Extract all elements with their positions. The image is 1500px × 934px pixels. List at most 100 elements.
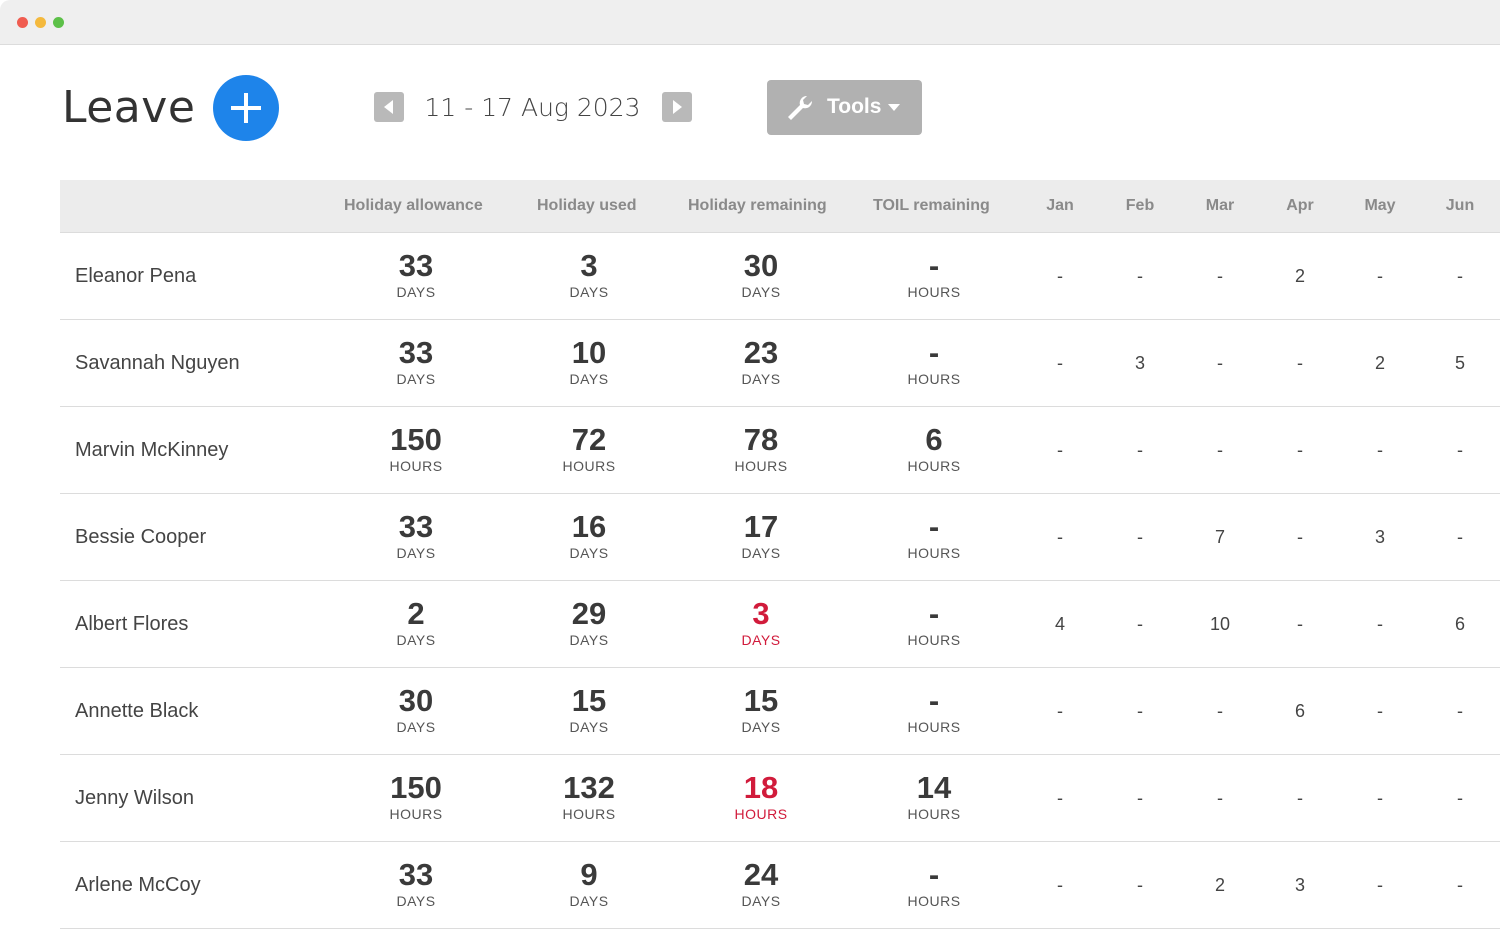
stat-unit: DAYS [569,371,609,387]
holiday-used-cell: 29 DAYS [509,597,669,649]
stat-value: 15 [571,683,607,718]
month-leave-cell: - [1457,701,1463,721]
month-leave-cell: - [1377,788,1383,808]
employee-name[interactable]: Annette Black [75,700,198,723]
stat-unit: DAYS [396,893,436,909]
toil-remaining-cell: - HOURS [854,249,1014,301]
stat-unit: HOURS [907,806,961,822]
wrench-icon [788,95,813,120]
stat-value: 14 [916,770,952,805]
employee-name[interactable]: Arlene McCoy [75,874,201,897]
holiday-used-cell: 10 DAYS [509,336,669,388]
stat-value: 33 [398,509,434,544]
toil-remaining-cell: 14 HOURS [854,771,1014,823]
month-leave-cell: - [1377,701,1383,721]
previous-week-button[interactable] [374,92,404,122]
month-leave-cell: - [1137,701,1143,721]
close-window-dot[interactable] [17,17,28,28]
column-header-holiday-remaining[interactable]: Holiday remaining [688,197,827,215]
stat-value: 10 [571,335,607,370]
holiday-used-cell: 9 DAYS [509,858,669,910]
table-row[interactable]: Albert Flores 2 DAYS 29 DAYS 3 DAYS - HOURS 4-10-… [60,581,1500,668]
month-leave-cell: - [1377,875,1383,895]
stat-unit: HOURS [907,719,961,735]
month-leave-cell: - [1457,440,1463,460]
column-header-month[interactable]: Feb [1110,197,1170,215]
column-header-month[interactable]: May [1350,197,1410,215]
employee-name[interactable]: Albert Flores [75,613,188,636]
column-header-month[interactable]: Mar [1190,197,1250,215]
stat-value: 33 [398,857,434,892]
holiday-allowance-cell: 150 HOURS [336,771,496,823]
next-week-button[interactable] [662,92,692,122]
stat-unit: DAYS [396,632,436,648]
stat-unit: DAYS [569,284,609,300]
employee-name[interactable]: Jenny Wilson [75,787,194,810]
tools-dropdown-button[interactable]: Tools [767,80,922,135]
toil-remaining-cell: - HOURS [854,597,1014,649]
table-row[interactable]: Jenny Wilson 150 HOURS 132 HOURS 18 HOURS 14 HOU… [60,755,1500,842]
stat-unit: DAYS [396,371,436,387]
month-leave-cell: - [1377,266,1383,286]
employee-name[interactable]: Marvin McKinney [75,439,228,462]
stat-value: - [928,596,940,631]
month-leave-cell: - [1057,353,1063,373]
table-body: Eleanor Pena 33 DAYS 3 DAYS 30 DAYS - HOURS - - -2-… [60,233,1500,929]
stat-value: 33 [398,248,434,283]
column-header-holiday-used[interactable]: Holiday used [537,197,637,215]
month-leave-cell: - [1217,788,1223,808]
caret-down-icon [888,104,900,111]
stat-unit: DAYS [741,719,781,735]
month-leave-cell: - [1297,353,1303,373]
toil-remaining-cell: 6 HOURS [854,423,1014,475]
holiday-used-cell: 15 DAYS [509,684,669,736]
stat-unit: DAYS [569,545,609,561]
month-leave-cell: 7 [1214,527,1225,547]
table-row[interactable]: Annette Black 30 DAYS 15 DAYS 15 DAYS - HOURS - - -… [60,668,1500,755]
holiday-remaining-cell: 3 DAYS [681,597,841,649]
holiday-allowance-cell: 33 DAYS [336,249,496,301]
column-header-month[interactable]: Jan [1030,197,1090,215]
column-header-holiday-allowance[interactable]: Holiday allowance [344,197,483,215]
month-leave-cell: 6 [1454,614,1465,634]
table-row[interactable]: Eleanor Pena 33 DAYS 3 DAYS 30 DAYS - HOURS - - -2-… [60,233,1500,320]
stat-unit: HOURS [907,632,961,648]
stat-unit: HOURS [907,371,961,387]
stat-value: 18 [743,770,779,805]
column-header-toil-remaining[interactable]: TOIL remaining [873,197,990,215]
stat-unit: HOURS [734,806,788,822]
stat-unit: DAYS [741,632,781,648]
employee-name[interactable]: Eleanor Pena [75,265,196,288]
add-leave-button[interactable] [213,75,279,141]
employee-name[interactable]: Savannah Nguyen [75,352,240,375]
table-row[interactable]: Arlene McCoy 33 DAYS 9 DAYS 24 DAYS - HOURS - -2 3-… [60,842,1500,929]
table-row[interactable]: Marvin McKinney 150 HOURS 72 HOURS 78 HOURS 6 HO… [60,407,1500,494]
month-leave-cell: - [1217,353,1223,373]
column-header-month[interactable]: Jun [1430,197,1490,215]
stat-value: 9 [580,857,598,892]
column-header-month[interactable]: Apr [1270,197,1330,215]
stat-unit: DAYS [741,893,781,909]
month-leave-cell: - [1377,440,1383,460]
stat-value: 16 [571,509,607,544]
month-leave-cell: - [1297,788,1303,808]
stat-value: - [928,509,940,544]
minimize-window-dot[interactable] [35,17,46,28]
chevron-left-icon [384,100,393,114]
stat-unit: HOURS [907,893,961,909]
toil-remaining-cell: - HOURS [854,684,1014,736]
tools-label: Tools [827,95,882,118]
table-row[interactable]: Savannah Nguyen 33 DAYS 10 DAYS 23 DAYS - HOURS -… [60,320,1500,407]
stat-value: - [928,335,940,370]
maximize-window-dot[interactable] [53,17,64,28]
table-row[interactable]: Bessie Cooper 33 DAYS 16 DAYS 17 DAYS - HOURS - -7… [60,494,1500,581]
stat-value: 72 [571,422,607,457]
month-leave-cell: 3 [1374,527,1385,547]
stat-unit: HOURS [389,806,443,822]
holiday-used-cell: 132 HOURS [509,771,669,823]
month-leave-cell: 2 [1214,875,1225,895]
employee-name[interactable]: Bessie Cooper [75,526,206,549]
holiday-used-cell: 72 HOURS [509,423,669,475]
month-leave-cell: - [1137,875,1143,895]
window-titlebar [0,0,1500,45]
